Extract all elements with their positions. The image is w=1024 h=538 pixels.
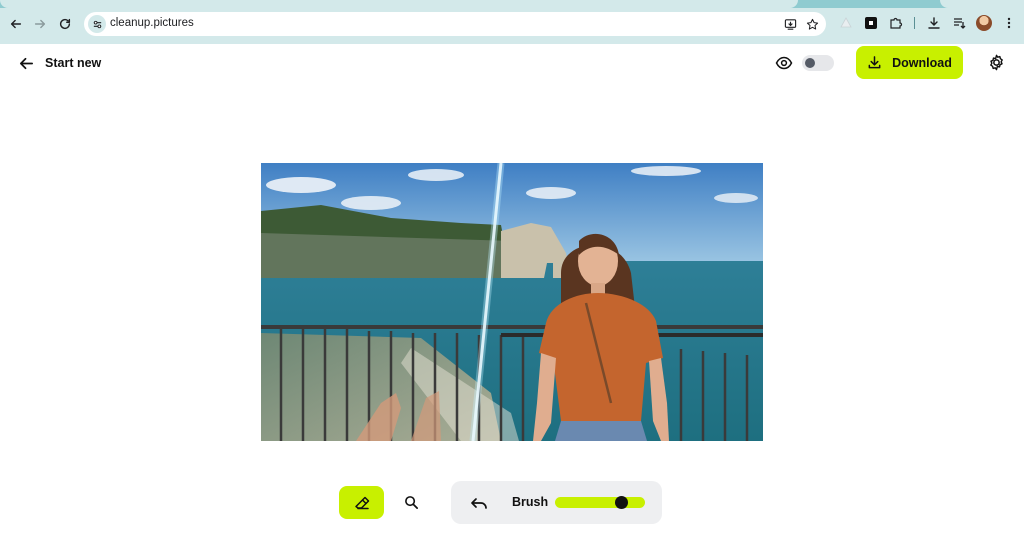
- arrow-left-icon: [10, 19, 22, 29]
- browser-back-button[interactable]: [6, 14, 26, 34]
- start-new-button[interactable]: Start new: [18, 52, 101, 74]
- browser-reload-button[interactable]: [55, 14, 75, 34]
- start-new-label: Start new: [45, 56, 102, 70]
- extension-drive-icon[interactable]: [838, 15, 854, 31]
- url-text[interactable]: cleanup.pictures: [110, 17, 194, 29]
- active-tab[interactable]: [0, 0, 798, 8]
- arrow-right-icon: [34, 19, 46, 29]
- slider-handle[interactable]: [614, 496, 628, 509]
- undo-icon[interactable]: [469, 493, 489, 513]
- eye-icon[interactable]: [775, 54, 793, 72]
- extension-black-square-icon[interactable]: [863, 15, 879, 31]
- toggle-knob: [805, 58, 815, 68]
- brush-panel: Brush: [451, 481, 662, 524]
- downloads-icon[interactable]: [926, 15, 942, 31]
- arrow-left-icon: [19, 57, 34, 69]
- tab-strip: [0, 0, 1024, 8]
- browser-chrome: cleanup.pictures: [0, 0, 1024, 44]
- eraser-icon: [354, 496, 369, 509]
- eraser-tool-button[interactable]: [339, 486, 384, 519]
- download-button[interactable]: Download: [856, 46, 963, 79]
- address-bar[interactable]: cleanup.pictures: [84, 12, 826, 36]
- browser-forward-button[interactable]: [30, 14, 50, 34]
- compare-toggle[interactable]: [802, 55, 834, 71]
- brush-size-slider[interactable]: [555, 496, 645, 509]
- browser-menu-icon[interactable]: [1001, 15, 1017, 31]
- reading-list-icon[interactable]: [951, 15, 967, 31]
- download-icon: [868, 56, 881, 69]
- download-label: Download: [892, 55, 952, 70]
- zoom-tool-button[interactable]: [401, 492, 421, 512]
- gear-icon[interactable]: [987, 53, 1006, 72]
- extensions-puzzle-icon[interactable]: [888, 15, 904, 31]
- install-app-icon[interactable]: [782, 16, 798, 32]
- reload-icon: [59, 18, 71, 30]
- photo: [261, 163, 763, 441]
- site-info-icon[interactable]: [88, 15, 106, 33]
- magnifier-icon: [404, 495, 418, 509]
- toolbar-divider: [914, 17, 915, 29]
- image-canvas[interactable]: [261, 163, 763, 441]
- profile-avatar[interactable]: [976, 15, 992, 31]
- tab-right[interactable]: [940, 0, 1024, 8]
- brush-label: Brush: [512, 495, 549, 509]
- bookmark-star-icon[interactable]: [804, 16, 820, 32]
